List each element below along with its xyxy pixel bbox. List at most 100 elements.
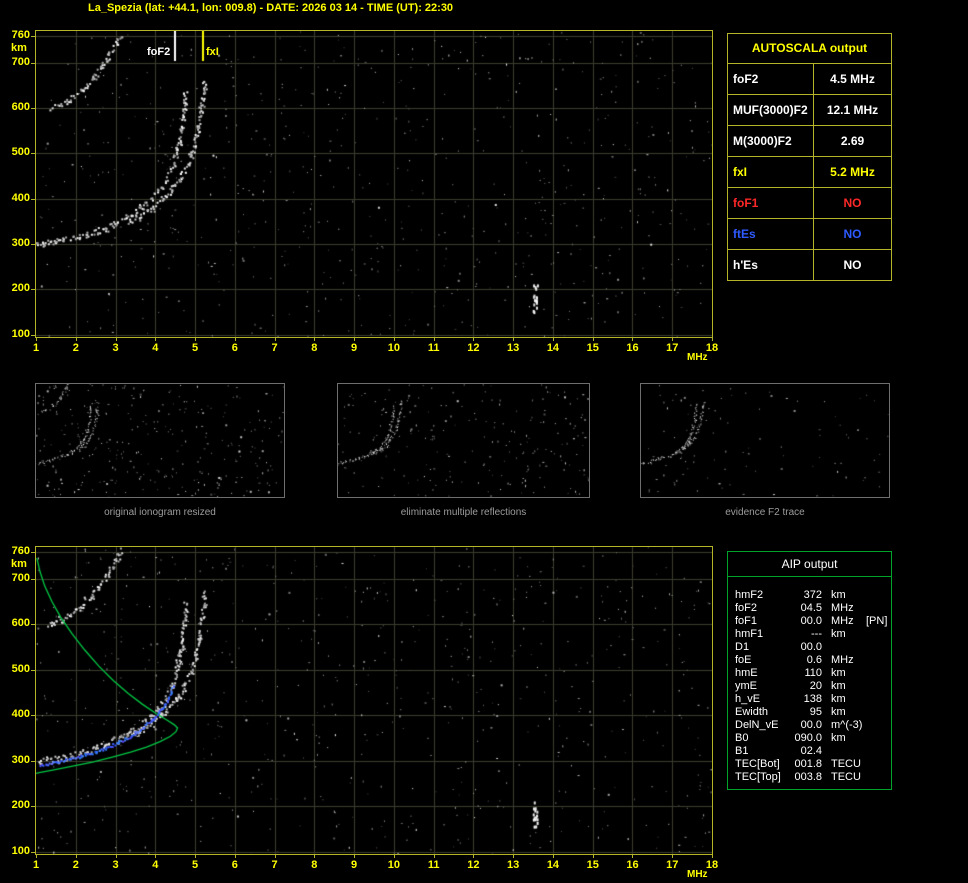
x-axis-tick-label: 15 [586, 342, 599, 354]
y-axis-tick-label: 100 [11, 844, 30, 857]
aip-row-unit: MHz [831, 615, 854, 627]
aip-row-value: 003.8 [794, 771, 822, 783]
autoscala-output-panel: AUTOSCALA output foF2 4.5 MHz MUF(3000)F2 1… [727, 33, 892, 281]
top-ionogram-plot [35, 30, 713, 338]
aip-row: Ewidth 95 km [728, 706, 891, 719]
x-axis-tickmark [394, 855, 395, 858]
aip-row-value: --- [811, 628, 822, 640]
x-axis-tick-label: 14 [546, 859, 560, 871]
y-axis-tick-label: 200 [11, 282, 30, 295]
autoscala-row: M(3000)F2 2.69 [728, 126, 891, 157]
aip-row-extra [862, 693, 866, 706]
aip-row-extra [862, 654, 866, 667]
aip-row-unit: km [831, 589, 846, 601]
y-axis-tickmark [31, 335, 35, 336]
thumbnail-caption-original: original ionogram resized [104, 507, 216, 518]
aip-row-name: TEC[Bot] [735, 758, 780, 770]
x-axis-tick-label: 1 [32, 859, 40, 871]
x-axis-tick-label: 7 [271, 342, 278, 354]
autoscala-row-label: MUF(3000)F2 [728, 95, 814, 125]
x-axis-tick-label: 14 [546, 342, 560, 354]
aip-row-name: B0 [735, 732, 749, 744]
x-axis-tickmark [354, 338, 355, 341]
aip-row: hmF2 372 km [728, 589, 891, 602]
x-axis-tickmark [195, 855, 196, 858]
x-axis-tickmark [116, 855, 117, 858]
x-axis-tickmark [632, 338, 633, 341]
aip-row-extra [862, 719, 866, 732]
aip-row-value: 0.6 [806, 654, 822, 666]
x-axis-tick-label: 2 [72, 859, 79, 871]
aip-row-name: D1 [735, 641, 750, 653]
aip-row-value: 138 [803, 693, 822, 705]
aip-row-unit: km [831, 693, 846, 705]
x-axis-tickmark [314, 855, 315, 858]
y-axis-tickmark [31, 244, 35, 245]
y-axis-tick-label: 400 [11, 191, 30, 204]
autoscala-row-value: NO [843, 196, 862, 210]
x-axis-tick-label: 5 [191, 342, 199, 354]
x-axis-tick-label: 2 [72, 342, 79, 354]
x-axis-tick-label: 3 [112, 859, 119, 871]
aip-row-extra [862, 680, 866, 693]
aip-row-extra [862, 641, 866, 654]
y-axis-tickmark [31, 552, 35, 553]
x-axis-tick-label: 12 [467, 342, 480, 354]
autoscala-row-value: 12.1 MHz [826, 103, 879, 117]
y-axis-tick-label: 760 [11, 28, 30, 41]
y-axis-tick-label: 300 [11, 237, 30, 250]
aip-row-unit: MHz [831, 602, 854, 614]
y-axis-tick-label: 760 [11, 544, 30, 557]
y-axis-tick-label: 500 [11, 146, 30, 159]
x-axis-tickmark [672, 338, 673, 341]
y-axis-tickmark [31, 289, 35, 290]
y-axis-tickmark [31, 624, 35, 625]
x-axis-tickmark [275, 855, 276, 858]
bottom-ionogram-canvas [36, 547, 712, 854]
x-axis-tick-label: 3 [112, 342, 119, 354]
thumbnail-caption-f2-evidence: evidence F2 trace [725, 507, 805, 518]
y-axis-unit-label: km [11, 42, 27, 54]
x-axis-tickmark [513, 338, 514, 341]
aip-row: B0 090.0 km [728, 732, 891, 745]
aip-row: B1 02.4 [728, 745, 891, 758]
x-axis-tick-label: 12 [467, 859, 480, 871]
aip-row: hmF1 --- km [728, 628, 891, 641]
autoscala-row-value: 5.2 MHz [830, 165, 875, 179]
aip-row-unit: MHz [831, 654, 854, 666]
x-axis-tick-label: 10 [387, 342, 400, 354]
x-axis-tick-label: 16 [626, 859, 639, 871]
x-axis-tickmark [36, 855, 37, 858]
x-axis-tickmark [155, 855, 156, 858]
thumbnail-f2-evidence-canvas [641, 384, 889, 497]
aip-panel-header: AIP output [728, 552, 891, 577]
x-axis-tickmark [434, 338, 435, 341]
aip-row-name: hmF2 [735, 589, 764, 601]
x-axis-tick-label: 15 [586, 859, 599, 871]
aip-row-extra [862, 758, 866, 771]
autoscala-rows: foF2 4.5 MHz MUF(3000)F2 12.1 MHz M(3000)F2 2… [728, 64, 891, 280]
aip-row: TEC[Top] 003.8 TECU [728, 771, 891, 784]
aip-row-unit [822, 745, 862, 758]
x-axis-tick-label: 16 [626, 342, 639, 354]
aip-row-name: foF1 [735, 615, 758, 627]
fxI-marker-label: fxI [206, 46, 219, 58]
aip-row-extra [862, 771, 866, 784]
aip-row: ymE 20 km [728, 680, 891, 693]
x-axis-tickmark [712, 855, 713, 858]
aip-row-unit: TECU [831, 758, 861, 770]
aip-row-extra [862, 628, 866, 641]
bottom-ionogram-plot [35, 546, 713, 855]
autoscala-row: h'Es NO [728, 250, 891, 280]
autoscala-row: MUF(3000)F2 12.1 MHz [728, 95, 891, 126]
y-axis-tick-label: 600 [11, 617, 30, 630]
x-axis-tickmark [473, 855, 474, 858]
y-axis-tickmark [31, 579, 35, 580]
aip-row-name: Ewidth [735, 706, 769, 718]
aip-row: DelN_vE 00.0 m^(-3) [728, 719, 891, 732]
y-axis-tickmark [31, 715, 35, 716]
y-axis-tick-label: 500 [11, 662, 30, 675]
autoscala-app-window: La_Spezia (lat: +44.1, lon: 009.8) - DAT… [0, 0, 968, 883]
x-axis-tickmark [712, 338, 713, 341]
aip-row-name: foF2 [735, 602, 758, 614]
